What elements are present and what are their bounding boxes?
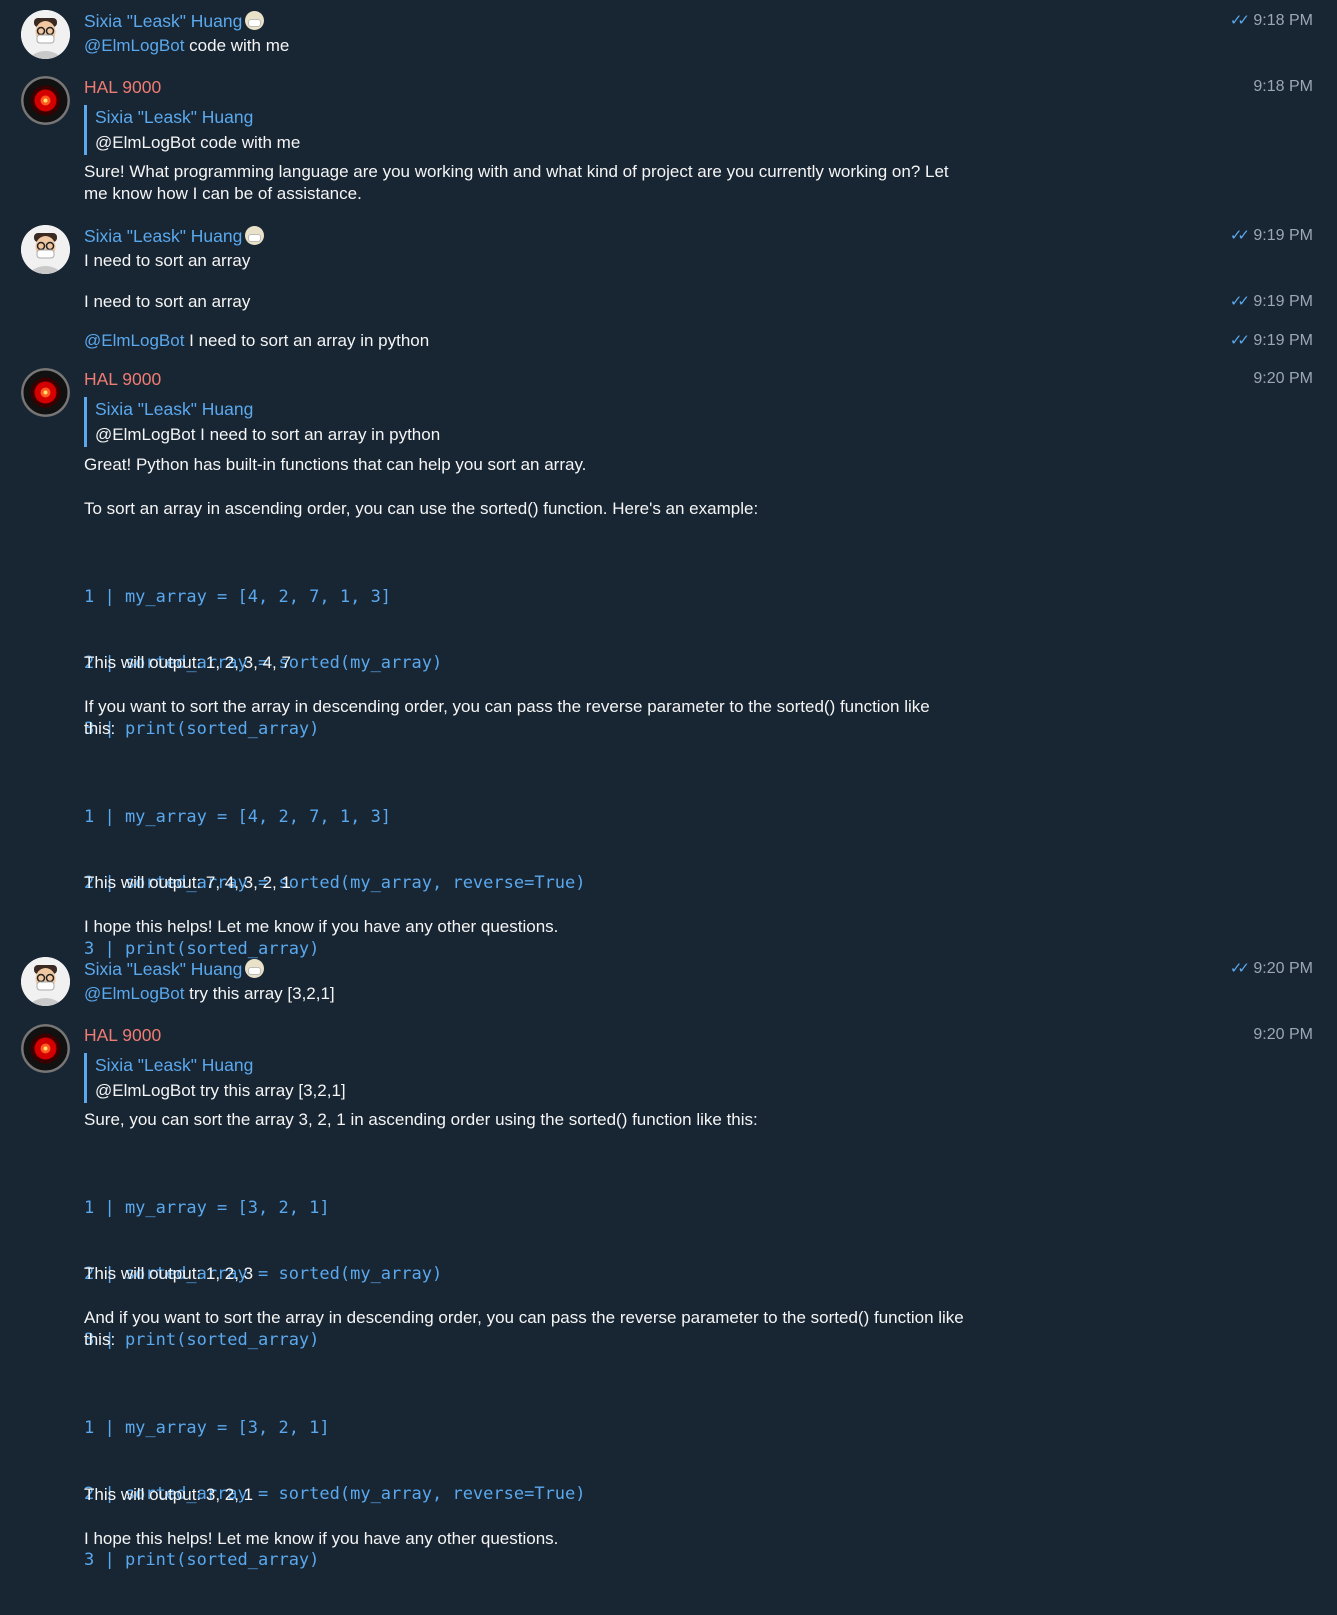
message-paragraph: I hope this helps! Let me know if you ha… (84, 917, 559, 936)
message-time: 9:20 PM (1253, 1024, 1313, 1046)
sender-name-text[interactable]: Sixia "Leask" Huang (84, 959, 242, 979)
message-text: @ElmLogBot I need to sort an array in py… (84, 330, 429, 352)
time-text: 9:20 PM (1253, 1026, 1313, 1043)
hal-avatar[interactable] (21, 1024, 70, 1073)
reply-quote[interactable]: Sixia "Leask" Huang @ElmLogBot code with… (84, 105, 300, 155)
time-text: 9:18 PM (1253, 12, 1313, 29)
message-time: ✓✓ 9:19 PM (1230, 330, 1313, 352)
sender-name[interactable]: Sixia "Leask" Huang (84, 958, 265, 980)
message-time: 9:20 PM (1253, 368, 1313, 390)
time-text: 9:19 PM (1253, 293, 1313, 310)
reply-quote[interactable]: Sixia "Leask" Huang @ElmLogBot I need to… (84, 397, 440, 447)
message-body: I need to sort an array in python (189, 331, 430, 350)
message-paragraph: To sort an array in ascending order, you… (84, 499, 759, 518)
sender-name[interactable]: HAL 9000 (84, 1024, 161, 1046)
quote-text: @ElmLogBot try this array [3,2,1] (95, 1081, 346, 1100)
time-text: 9:19 PM (1253, 332, 1313, 349)
user-avatar[interactable] (21, 957, 70, 1006)
message-text: I need to sort an array (84, 251, 251, 270)
bot-mention-link[interactable]: @ElmLogBot (84, 984, 184, 1003)
message-body: code with me (189, 36, 290, 55)
double-check-icon: ✓✓ (1229, 332, 1250, 349)
sender-name[interactable]: HAL 9000 (84, 76, 161, 98)
message-paragraph: This will output: 3, 2, 1 (84, 1485, 254, 1504)
code-line: 3 | print(sorted_array) (84, 939, 320, 959)
message-paragraph: Sure, you can sort the array 3, 2, 1 in … (84, 1110, 758, 1129)
quote-text: @ElmLogBot code with me (95, 133, 301, 152)
hal-avatar[interactable] (21, 368, 70, 417)
mask-emoji-icon (245, 226, 265, 245)
sender-name[interactable]: HAL 9000 (84, 368, 161, 390)
double-check-icon: ✓✓ (1229, 293, 1250, 310)
message-paragraph: This will output: 1, 2, 3, 4, 7 (84, 653, 291, 672)
double-check-icon: ✓✓ (1229, 960, 1250, 977)
reply-quote[interactable]: Sixia "Leask" Huang @ElmLogBot try this … (84, 1053, 346, 1103)
sender-name-text[interactable]: Sixia "Leask" Huang (84, 226, 242, 246)
message-paragraph: This will output: 1, 2, 3 (84, 1264, 254, 1283)
code-line: 3 | print(sorted_array) (84, 1550, 320, 1570)
double-check-icon: ✓✓ (1229, 12, 1250, 29)
message-body: Sure! What programming language are you … (84, 162, 949, 203)
sender-name[interactable]: Sixia "Leask" Huang (84, 225, 265, 247)
code-line: 1 | my_array = [4, 2, 7, 1, 3] (84, 587, 392, 607)
message-time: ✓✓ 9:19 PM (1230, 291, 1313, 313)
message-time: ✓✓ 9:18 PM (1230, 10, 1313, 32)
mask-emoji-icon (245, 959, 265, 978)
message-paragraph: I hope this helps! Let me know if you ha… (84, 1529, 559, 1548)
quote-sender: Sixia "Leask" Huang (95, 107, 254, 127)
message-time: ✓✓ 9:19 PM (1230, 225, 1313, 247)
message-paragraph: This will output: 7, 4, 3, 2, 1 (84, 873, 291, 892)
sender-name[interactable]: Sixia "Leask" Huang (84, 10, 265, 32)
time-text: 9:20 PM (1253, 370, 1313, 387)
message-text: @ElmLogBot try this array [3,2,1] (84, 983, 335, 1005)
message-paragraph: And if you want to sort the array in des… (84, 1308, 964, 1349)
quote-sender: Sixia "Leask" Huang (95, 399, 254, 419)
message-time: ✓✓ 9:20 PM (1230, 958, 1313, 980)
message-text: @ElmLogBot code with me (84, 35, 289, 57)
message-paragraph: Great! Python has built-in functions tha… (84, 455, 587, 474)
code-line: 1 | my_array = [4, 2, 7, 1, 3] (84, 807, 392, 827)
bot-mention-link[interactable]: @ElmLogBot (84, 331, 184, 350)
message-text: I need to sort an array (84, 292, 251, 311)
time-text: 9:20 PM (1253, 960, 1313, 977)
message-time: 9:18 PM (1253, 76, 1313, 98)
mask-emoji-icon (245, 11, 265, 30)
quote-text: @ElmLogBot I need to sort an array in py… (95, 425, 441, 444)
bot-mention-link[interactable]: @ElmLogBot (84, 36, 184, 55)
quote-sender: Sixia "Leask" Huang (95, 1055, 254, 1075)
time-text: 9:18 PM (1253, 78, 1313, 95)
time-text: 9:19 PM (1253, 227, 1313, 244)
code-line: 1 | my_array = [3, 2, 1] (84, 1198, 330, 1218)
message-body: try this array [3,2,1] (189, 984, 335, 1003)
message-paragraph: If you want to sort the array in descend… (84, 697, 930, 738)
hal-avatar[interactable] (21, 76, 70, 125)
code-line: 1 | my_array = [3, 2, 1] (84, 1418, 330, 1438)
double-check-icon: ✓✓ (1229, 227, 1250, 244)
sender-name-text[interactable]: Sixia "Leask" Huang (84, 11, 242, 31)
user-avatar[interactable] (21, 225, 70, 274)
user-avatar[interactable] (21, 10, 70, 59)
